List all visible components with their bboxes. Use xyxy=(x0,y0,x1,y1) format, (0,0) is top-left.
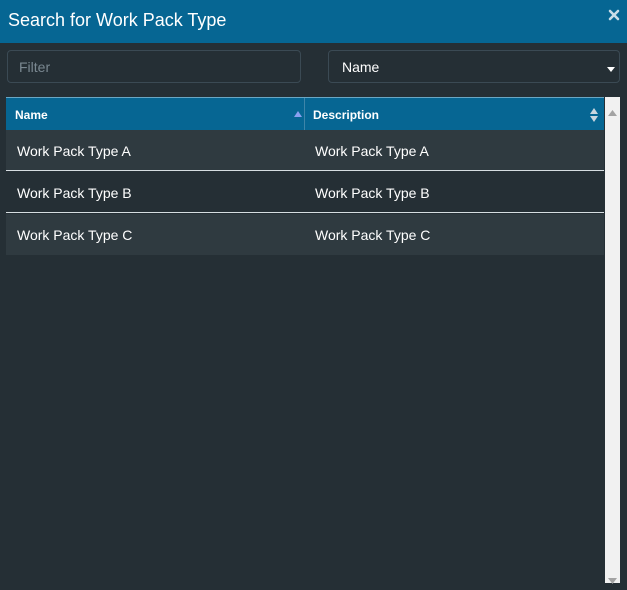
column-header-description[interactable]: Description xyxy=(304,98,604,130)
table-header: Name Description xyxy=(6,97,604,130)
filter-input[interactable] xyxy=(8,51,300,82)
vertical-scrollbar[interactable] xyxy=(605,97,620,584)
sort-field-value: Name xyxy=(342,59,380,75)
cell-description: Work Pack Type B xyxy=(315,185,430,201)
dialog-titlebar: Search for Work Pack Type xyxy=(0,0,627,43)
scroll-down-icon[interactable] xyxy=(608,571,617,584)
cell-name: Work Pack Type A xyxy=(17,143,131,159)
cell-description: Work Pack Type C xyxy=(315,227,431,243)
column-header-label: Name xyxy=(15,108,48,122)
cell-name: Work Pack Type B xyxy=(17,185,132,201)
table-row[interactable]: Work Pack Type C Work Pack Type C xyxy=(6,214,604,255)
close-icon[interactable] xyxy=(607,8,621,22)
table-row[interactable]: Work Pack Type B Work Pack Type B xyxy=(6,172,604,213)
filter-field[interactable] xyxy=(7,50,301,83)
results-table: Name Description Work Pack Type A Work P… xyxy=(6,97,604,583)
cell-description: Work Pack Type A xyxy=(315,143,429,159)
caret-down-icon xyxy=(607,61,615,72)
dialog-title: Search for Work Pack Type xyxy=(8,10,227,30)
column-header-label: Description xyxy=(313,108,380,122)
scroll-up-icon[interactable] xyxy=(608,103,617,116)
sort-both-icon xyxy=(590,108,598,122)
sort-field-select[interactable]: Name xyxy=(328,50,620,83)
sort-ascending-icon xyxy=(294,106,302,117)
cell-name: Work Pack Type C xyxy=(17,227,133,243)
table-row[interactable]: Work Pack Type A Work Pack Type A xyxy=(6,130,604,171)
column-header-name[interactable]: Name xyxy=(6,98,304,130)
